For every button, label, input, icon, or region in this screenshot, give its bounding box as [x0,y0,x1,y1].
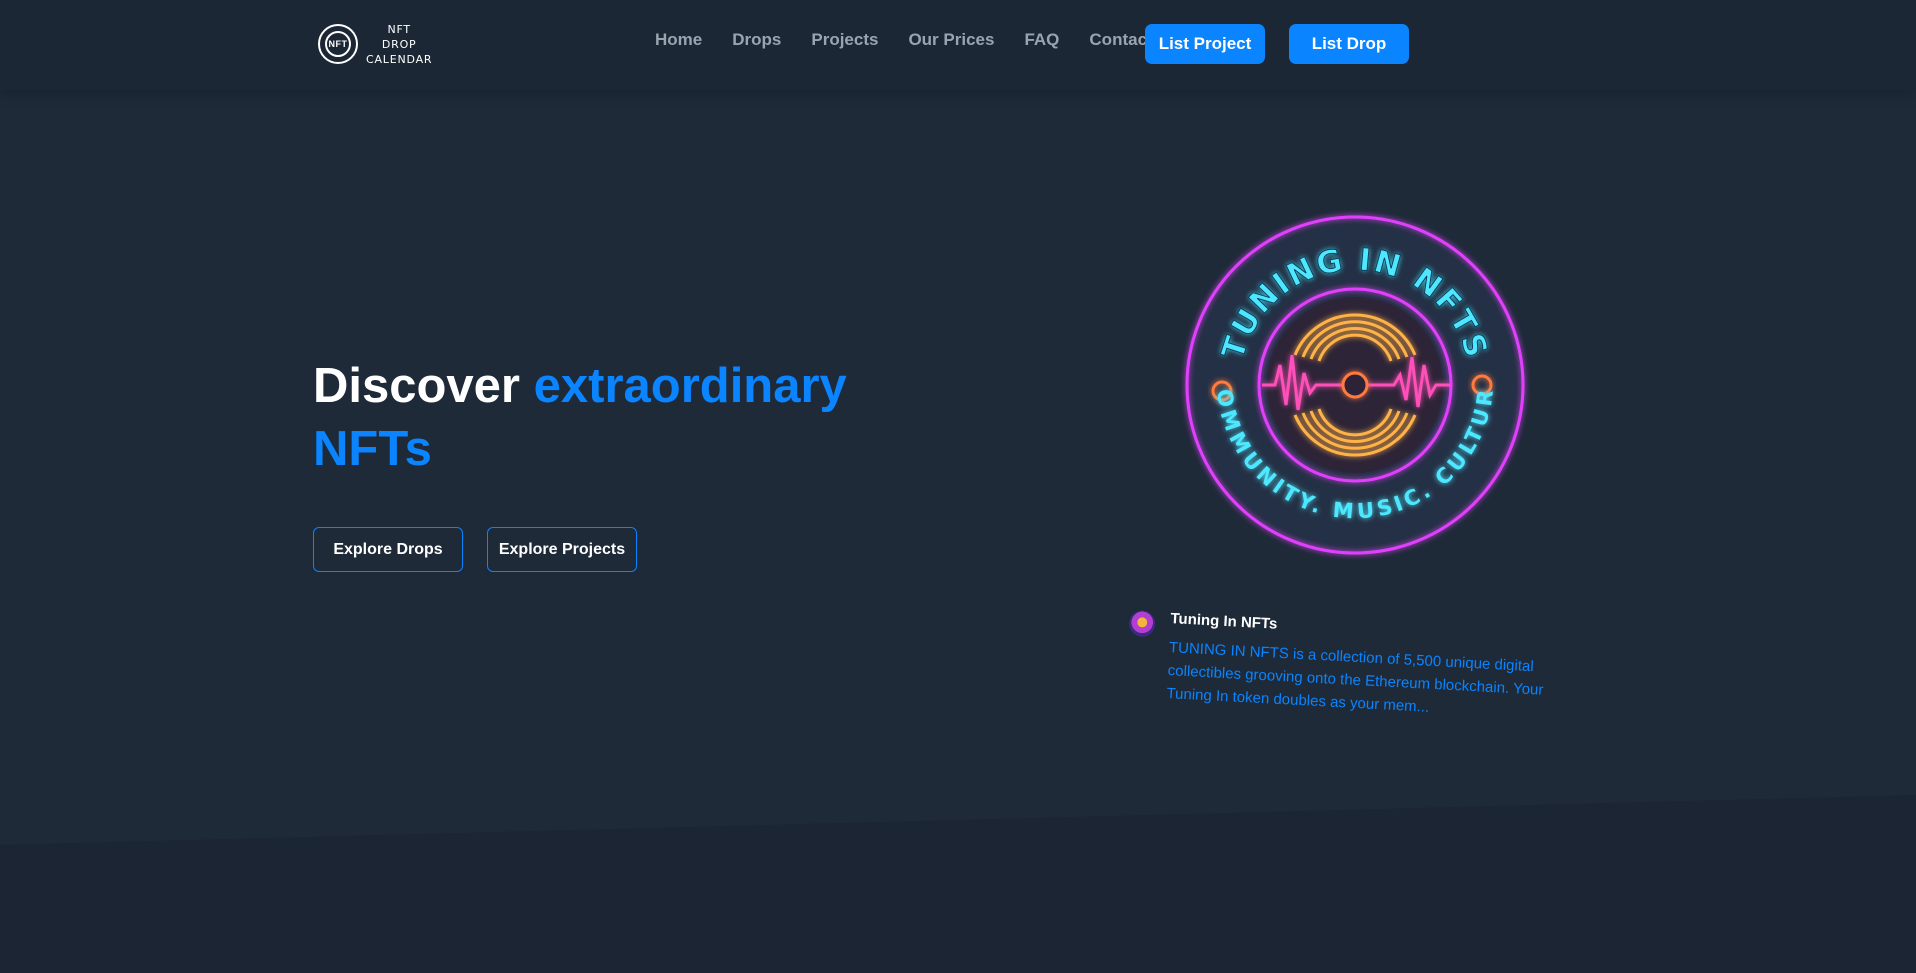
background-slant [0,795,1916,973]
list-drop-button[interactable]: List Drop [1289,24,1409,64]
project-name: Tuning In NFTs [1170,610,1278,633]
explore-projects-button[interactable]: Explore Projects [487,527,637,572]
site-logo[interactable]: NFT NFT DROP CALENDAR [318,20,432,68]
project-avatar [1128,609,1156,638]
featured-project-card[interactable]: Tuning In NFTs TUNING IN NFTS is a colle… [1128,608,1569,716]
hero-heading: Discover extraordinary NFTs [313,355,873,481]
nav-contact[interactable]: Contact [1089,30,1152,50]
nav-projects[interactable]: Projects [811,30,878,50]
nav-drops[interactable]: Drops [732,30,781,50]
neon-badge-image: TUNING IN NFTS COMMUNITY. MUSIC. CULTURE [1161,191,1540,570]
logo-line-2: DROP [381,37,417,51]
nav-our-prices[interactable]: Our Prices [908,30,994,50]
list-project-button[interactable]: List Project [1145,24,1265,64]
logo-line-3: CALENDAR [366,52,433,66]
hero-heading-plain: Discover [313,359,534,413]
explore-drops-button[interactable]: Explore Drops [313,527,463,572]
nav-home[interactable]: Home [655,30,702,50]
primary-nav: Home Drops Projects Our Prices FAQ Conta… [655,30,1183,50]
project-description: TUNING IN NFTS is a collection of 5,500 … [1166,639,1544,716]
logo-wordmark: NFT DROP CALENDAR [366,22,432,67]
logo-line-1: NFT [387,22,411,36]
logo-emblem-icon: NFT [318,24,358,64]
nav-faq[interactable]: FAQ [1024,30,1059,50]
top-navbar: NFT NFT DROP CALENDAR Home Drops Project… [0,0,1916,90]
logo-emblem-text: NFT [328,39,348,49]
record-center-dot [1341,371,1369,399]
featured-project-artwork[interactable]: TUNING IN NFTS COMMUNITY. MUSIC. CULTURE [1161,191,1540,570]
